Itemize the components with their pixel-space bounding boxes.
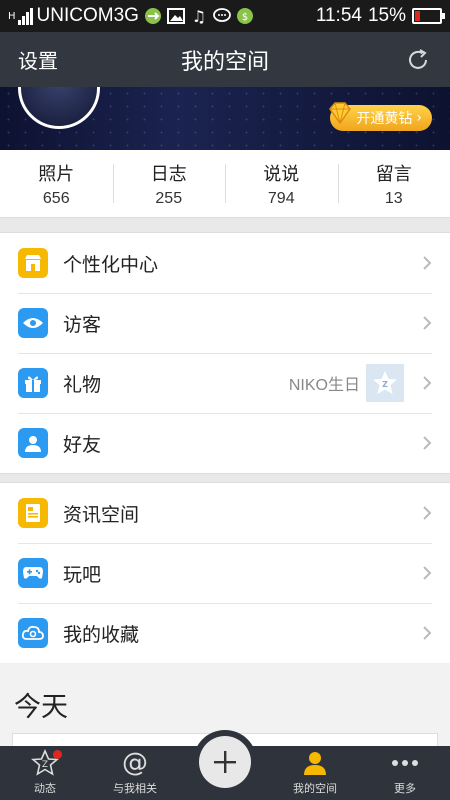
tab-my-space[interactable]: 我的空间: [270, 746, 360, 800]
today-title: 今天: [14, 692, 68, 723]
clock: 11:54: [315, 5, 362, 26]
app-notify-icon: $: [235, 6, 255, 26]
menu-label: 玩吧: [63, 563, 102, 586]
friend-icon: [18, 428, 48, 458]
chevron-right-icon: [423, 506, 432, 520]
stat-value: 13: [384, 189, 403, 207]
battery-percent: 15%: [367, 5, 406, 26]
menu-item-friends[interactable]: 好友: [0, 413, 450, 473]
profile-banner: 开通黄钻 ›: [0, 87, 450, 150]
stat-photos[interactable]: 照片 656: [0, 150, 113, 217]
menu-label: 资讯空间: [63, 503, 140, 526]
sync-icon: [143, 6, 163, 26]
store-icon: [18, 248, 48, 278]
stat-value: 794: [267, 189, 295, 207]
stat-label: 照片: [38, 163, 75, 185]
chevron-right-icon: [423, 436, 432, 450]
gamepad-icon: [18, 558, 48, 588]
status-bar: H UNICOM3G ♫ $ 11:54 15%: [0, 0, 450, 32]
chevron-right-icon: [423, 376, 432, 390]
stat-messages[interactable]: 留言 13: [337, 150, 450, 217]
stat-posts[interactable]: 说说 794: [225, 150, 338, 217]
vip-button[interactable]: 开通黄钻 ›: [329, 102, 432, 131]
menu-item-gifts[interactable]: 礼物 NIKO生日 Z: [0, 353, 450, 413]
music-icon: ♫: [191, 6, 207, 26]
menu-label: 礼物: [63, 373, 102, 396]
chevron-right-icon: [423, 626, 432, 640]
notification-dot: [53, 750, 62, 759]
menu-label: 我的收藏: [63, 623, 140, 646]
svg-text:$: $: [242, 12, 248, 23]
tab-label: 更多: [394, 782, 416, 795]
stats-bar: 照片 656 日志 255 说说 794 留言 13: [0, 150, 450, 218]
stat-value: 255: [155, 189, 183, 207]
menu-group-2: 资讯空间 玩吧 我的收藏: [0, 482, 450, 664]
plus-icon: [199, 736, 251, 788]
tab-mentions[interactable]: @ 与我相关: [90, 746, 180, 800]
profile-icon: [299, 748, 331, 778]
stat-label: 日志: [150, 163, 187, 185]
menu-label: 访客: [63, 313, 102, 336]
svg-text:Z: Z: [382, 380, 388, 389]
stat-label: 说说: [263, 163, 300, 185]
page-title: 我的空间: [180, 49, 269, 75]
menu-label: 好友: [63, 433, 102, 456]
at-icon: @: [122, 748, 148, 778]
tab-label: 动态: [34, 782, 56, 795]
menu-label: 个性化中心: [63, 253, 159, 276]
stat-blogs[interactable]: 日志 255: [112, 150, 226, 217]
gift-thumbnail: Z: [366, 364, 404, 402]
news-icon: [18, 498, 48, 528]
chat-icon: [212, 6, 232, 26]
menu-item-personalization[interactable]: 个性化中心: [0, 233, 450, 293]
tab-feed[interactable]: Z 动态: [0, 746, 90, 800]
vip-label: 开通黄钻: [356, 111, 413, 127]
diamond-crown-icon: [329, 102, 352, 125]
tab-label: 与我相关: [113, 782, 157, 795]
gift-icon: [18, 368, 48, 398]
settings-button[interactable]: 设置: [18, 45, 58, 74]
stat-value: 656: [42, 189, 70, 207]
tab-more[interactable]: 更多: [360, 746, 450, 800]
signal-icon: [17, 7, 33, 25]
menu-item-games[interactable]: 玩吧: [0, 543, 450, 603]
gift-note: NIKO生日: [288, 377, 360, 394]
gift-extra: NIKO生日 Z: [289, 364, 404, 402]
more-icon: [389, 748, 421, 778]
header-bar: 设置 我的空间: [0, 32, 450, 87]
chevron-right-icon: [423, 256, 432, 270]
battery-icon: [412, 8, 445, 24]
menu-item-favorites[interactable]: 我的收藏: [0, 603, 450, 663]
eye-icon: [18, 308, 48, 338]
tab-label: 我的空间: [293, 782, 337, 795]
svg-text:Z: Z: [42, 760, 48, 770]
favorites-icon: [18, 618, 48, 648]
refresh-icon[interactable]: [404, 46, 432, 74]
menu-group-1: 个性化中心 访客 礼物 NIKO生日 Z 好友: [0, 232, 450, 474]
chevron-right-icon: [423, 566, 432, 580]
chevron-right-icon: ›: [416, 110, 422, 126]
menu-item-visitors[interactable]: 访客: [0, 293, 450, 353]
carrier-name: UNICOM3G: [36, 5, 139, 26]
menu-item-news[interactable]: 资讯空间: [0, 483, 450, 543]
publish-button[interactable]: [193, 730, 257, 794]
chevron-right-icon: [423, 316, 432, 330]
stat-label: 留言: [375, 163, 412, 185]
image-icon: [166, 6, 186, 26]
network-type: H: [8, 10, 16, 22]
